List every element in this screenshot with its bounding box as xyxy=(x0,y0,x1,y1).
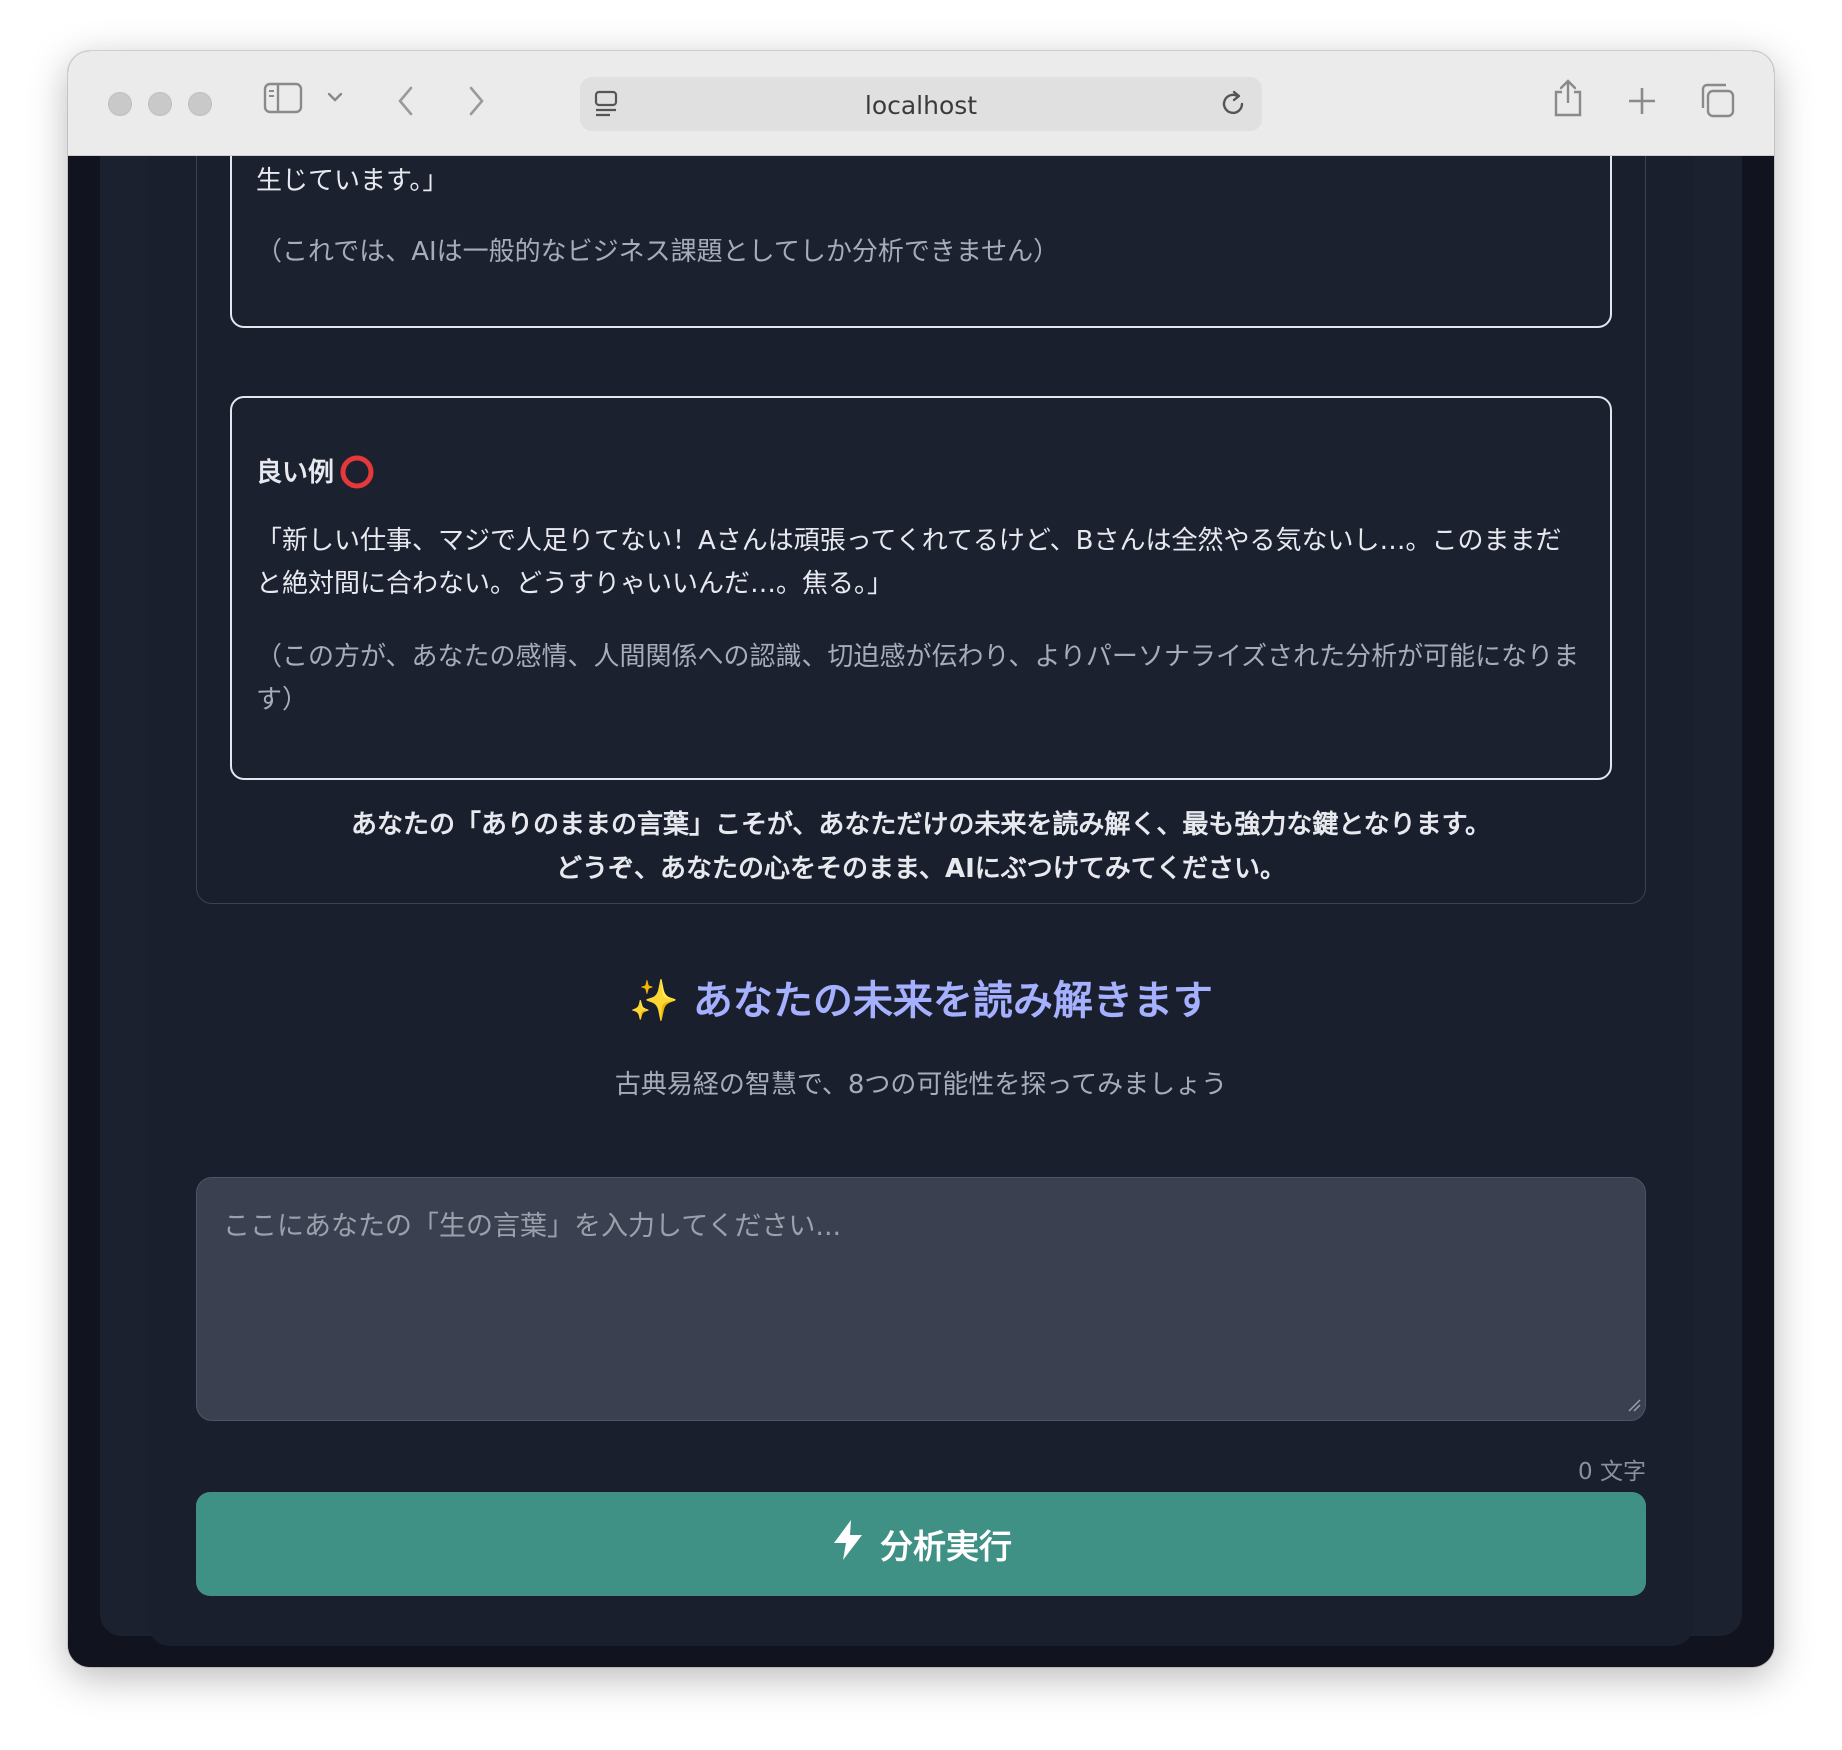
new-tab-icon[interactable] xyxy=(1626,85,1658,117)
good-example-title: 良い例 xyxy=(256,458,335,488)
good-example-note: （この方が、あなたの感情、人間関係への認識、切迫感が伝わり、よりパーソナライズさ… xyxy=(256,642,1580,715)
minimize-window-button[interactable] xyxy=(148,92,172,116)
page-viewport: 生じています。」 （これでは、AIは一般的なビジネス課題としてしか分析できません… xyxy=(68,156,1774,1667)
good-example-quote: 「新しい仕事、マジで人足りてない！Aさんは頑張ってくれてるけど、Bさんは全然やる… xyxy=(256,526,1562,599)
analysis-subheading: 古典易経の智慧で、8つの可能性を探ってみましょう xyxy=(614,1070,1228,1100)
raw-words-textarea[interactable]: ここにあなたの「生の言葉」を入力してください... xyxy=(196,1177,1646,1421)
browser-window: localhost 生じています。」 （これでは、AIは一般的なビジネス課題とし… xyxy=(68,51,1774,1667)
sparkle-icon: ✨ xyxy=(629,978,679,1024)
analysis-heading: ✨ あなたの未来を読み解きます xyxy=(196,968,1646,1026)
textarea-placeholder: ここにあなたの「生の言葉」を入力してください... xyxy=(223,1211,842,1242)
reload-icon[interactable] xyxy=(1220,89,1248,119)
tab-overview-icon[interactable] xyxy=(1698,81,1736,119)
lightning-icon xyxy=(830,1518,866,1570)
good-example-box: 良い例 「新しい仕事、マジで人足りてない！Aさんは頑張ってくれてるけど、Bさんは… xyxy=(230,396,1612,780)
sidebar-toggle-icon[interactable] xyxy=(263,81,303,115)
analysis-heading-text: あなたの未来を読み解きます xyxy=(692,978,1213,1024)
closing-line-1: あなたの「ありのままの言葉」こそが、あなただけの未来を読み解く、最も強力な鍵とな… xyxy=(350,810,1492,840)
chevron-down-icon[interactable] xyxy=(326,89,344,105)
share-icon[interactable] xyxy=(1551,77,1585,119)
browser-toolbar: localhost xyxy=(68,51,1774,156)
closing-line-2: どうぞ、あなたの心をそのまま、AIにぶつけてみてください。 xyxy=(556,854,1286,884)
good-example-heading: 良い例 xyxy=(256,452,376,495)
close-window-button[interactable] xyxy=(108,92,132,116)
bad-example-note: （これでは、AIは一般的なビジネス課題としてしか分析できません） xyxy=(256,237,1060,267)
run-analysis-label: 分析実行 xyxy=(880,1527,1012,1566)
back-arrow-icon[interactable] xyxy=(394,83,418,119)
resize-handle-icon[interactable] xyxy=(1625,1396,1641,1416)
bad-example-quote-tail: 生じています。」 xyxy=(256,166,449,196)
zoom-window-button[interactable] xyxy=(188,92,212,116)
bad-example-box: 生じています。」 （これでは、AIは一般的なビジネス課題としてしか分析できません… xyxy=(230,156,1612,328)
char-count: 0 文字 xyxy=(1578,1459,1646,1485)
url-text: localhost xyxy=(864,91,978,120)
run-analysis-button[interactable]: 分析実行 xyxy=(196,1492,1646,1596)
address-bar[interactable]: localhost xyxy=(580,77,1262,131)
forward-arrow-icon[interactable] xyxy=(464,83,488,119)
circle-mark-icon xyxy=(338,453,376,495)
